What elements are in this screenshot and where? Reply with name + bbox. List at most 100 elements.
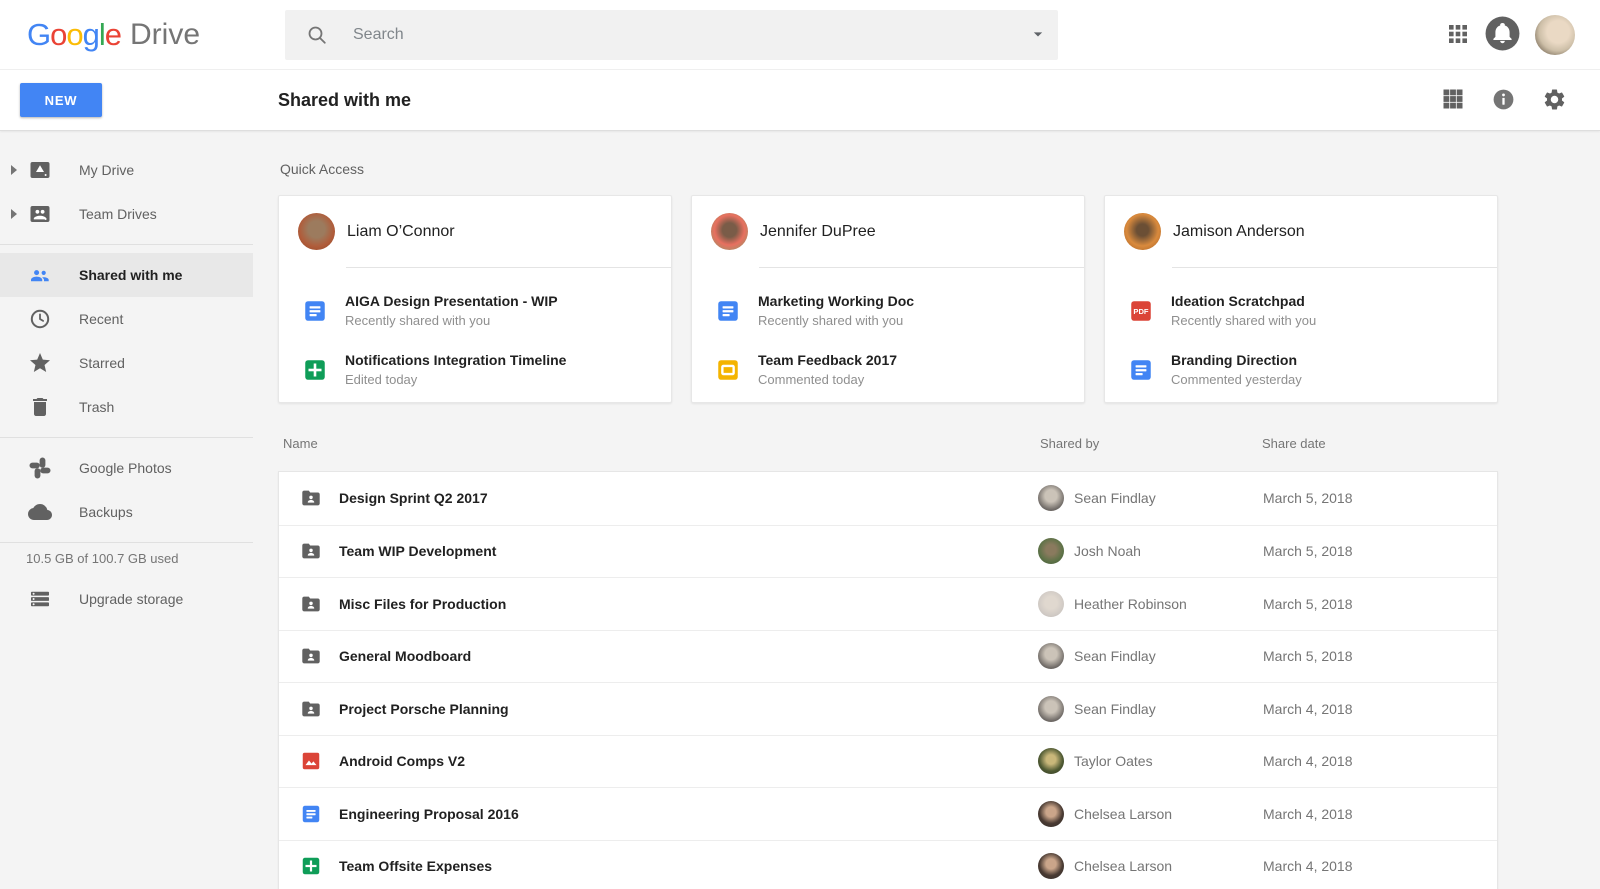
view-actions xyxy=(1441,70,1600,131)
sidebar-item-label: Google Photos xyxy=(79,460,172,476)
info-icon xyxy=(1491,87,1516,115)
star-icon xyxy=(28,351,52,375)
page-title: Shared with me xyxy=(278,70,411,131)
google-drive-logo[interactable]: Google Drive xyxy=(27,0,200,70)
file-name: General Moodboard xyxy=(339,648,471,664)
search-bar[interactable] xyxy=(285,10,1058,60)
sidebar-item-shared-with-me[interactable]: Shared with me xyxy=(0,253,253,297)
grid-view-icon xyxy=(1441,87,1465,114)
docs-file-icon xyxy=(302,298,328,324)
search-icon[interactable] xyxy=(305,23,329,47)
grid-view-button[interactable] xyxy=(1441,87,1465,114)
file-row[interactable]: General Moodboard Sean Findlay March 5, … xyxy=(279,630,1497,683)
quick-access-file[interactable]: Marketing Working Doc Recently shared wi… xyxy=(692,281,1084,340)
sidebar-item-label: Recent xyxy=(79,311,123,327)
column-header-share-date: Share date xyxy=(1262,436,1326,451)
quick-access-file[interactable]: PDF Ideation Scratchpad Recently shared … xyxy=(1105,281,1497,340)
trash-icon xyxy=(28,395,52,419)
shared-folder-icon xyxy=(300,540,322,562)
bell-icon xyxy=(1484,15,1521,55)
sharer-avatar xyxy=(1038,696,1064,722)
sharer-name: Sean Findlay xyxy=(1074,490,1156,506)
cloud-icon xyxy=(28,500,52,524)
share-date: March 4, 2018 xyxy=(1263,858,1353,874)
share-date: March 5, 2018 xyxy=(1263,596,1353,612)
user-avatar[interactable] xyxy=(1535,15,1575,55)
share-date: March 4, 2018 xyxy=(1263,806,1353,822)
shared-folder-icon xyxy=(300,698,322,720)
file-name: Project Porsche Planning xyxy=(339,701,509,717)
sharer-avatar xyxy=(1038,643,1064,669)
quick-access-file[interactable]: Branding Direction Commented yesterday xyxy=(1105,340,1497,399)
file-status: Recently shared with you xyxy=(1171,313,1316,328)
quick-access-file[interactable]: Notifications Integration Timeline Edite… xyxy=(279,340,671,399)
gear-icon xyxy=(1542,87,1567,115)
sidebar-item-backups[interactable]: Backups xyxy=(0,490,253,534)
person-name: Jamison Anderson xyxy=(1173,223,1305,241)
image-file-icon xyxy=(300,750,322,772)
person-name: Jennifer DuPree xyxy=(760,223,876,241)
sidebar-item-starred[interactable]: Starred xyxy=(0,341,253,385)
sidebar-item-recent[interactable]: Recent xyxy=(0,297,253,341)
sheets-file-icon xyxy=(300,855,322,877)
notifications-button[interactable] xyxy=(1484,15,1521,55)
search-options-button[interactable] xyxy=(1018,10,1058,60)
new-button[interactable]: NEW xyxy=(20,83,102,117)
file-name: Team WIP Development xyxy=(339,543,496,559)
quick-access-card: Jamison Anderson PDF Ideation Scratchpad… xyxy=(1104,195,1498,403)
clock-icon xyxy=(28,307,52,331)
action-bar: NEW Shared with me xyxy=(0,70,1600,131)
file-row[interactable]: Engineering Proposal 2016 Chelsea Larson… xyxy=(279,787,1497,840)
file-table: Design Sprint Q2 2017 Sean Findlay March… xyxy=(278,471,1498,889)
quick-access-file[interactable]: AIGA Design Presentation - WIP Recently … xyxy=(279,281,671,340)
topbar: Google Drive xyxy=(0,0,1600,70)
sharer-avatar xyxy=(1038,538,1064,564)
pdf-file-icon: PDF xyxy=(1128,298,1154,324)
expand-arrow-icon[interactable] xyxy=(11,165,17,175)
sidebar-divider xyxy=(0,437,253,438)
apps-grid-button[interactable] xyxy=(1446,22,1470,49)
settings-button[interactable] xyxy=(1542,87,1567,115)
google-drive-app: Google Drive xyxy=(0,0,1600,889)
sidebar-divider xyxy=(0,244,253,245)
file-status: Recently shared with you xyxy=(758,313,914,328)
quick-access-file[interactable]: Team Feedback 2017 Commented today xyxy=(692,340,1084,399)
file-status: Recently shared with you xyxy=(345,313,558,328)
sidebar-item-label: Team Drives xyxy=(79,206,157,222)
file-row[interactable]: Team WIP Development Josh Noah March 5, … xyxy=(279,525,1497,578)
sidebar-item-trash[interactable]: Trash xyxy=(0,385,253,429)
person-avatar xyxy=(298,213,335,250)
sidebar-item-label: Trash xyxy=(79,399,114,415)
expand-arrow-icon[interactable] xyxy=(11,209,17,219)
sidebar-item-my-drive[interactable]: My Drive xyxy=(0,148,253,192)
upgrade-storage-button[interactable]: Upgrade storage xyxy=(0,577,253,621)
shared-with-me-icon xyxy=(28,263,52,287)
file-row[interactable]: Project Porsche Planning Sean Findlay Ma… xyxy=(279,682,1497,735)
product-name: Drive xyxy=(130,18,200,52)
search-input[interactable] xyxy=(353,26,1018,44)
file-row[interactable]: Misc Files for Production Heather Robins… xyxy=(279,577,1497,630)
sidebar-item-label: My Drive xyxy=(79,162,134,178)
file-row[interactable]: Team Offsite Expenses Chelsea Larson Mar… xyxy=(279,840,1497,889)
file-name: Android Comps V2 xyxy=(339,753,465,769)
shared-folder-icon xyxy=(300,645,322,667)
share-date: March 5, 2018 xyxy=(1263,543,1353,559)
sidebar-item-google-photos[interactable]: Google Photos xyxy=(0,446,253,490)
file-row[interactable]: Design Sprint Q2 2017 Sean Findlay March… xyxy=(279,472,1497,525)
docs-file-icon xyxy=(1128,357,1154,383)
quick-access-card: Jennifer DuPree Marketing Working Doc Re… xyxy=(691,195,1085,403)
storage-icon xyxy=(28,587,52,611)
share-date: March 5, 2018 xyxy=(1263,648,1353,664)
file-title: Ideation Scratchpad xyxy=(1171,293,1316,309)
sidebar-item-label: Backups xyxy=(79,504,133,520)
card-person-header: Jamison Anderson xyxy=(1105,196,1497,267)
file-name: Misc Files for Production xyxy=(339,596,506,612)
sharer-avatar xyxy=(1038,591,1064,617)
file-title: Team Feedback 2017 xyxy=(758,352,897,368)
quick-access-cards: Liam O’Connor AIGA Design Presentation -… xyxy=(278,195,1498,403)
file-row[interactable]: Android Comps V2 Taylor Oates March 4, 2… xyxy=(279,735,1497,788)
info-button[interactable] xyxy=(1491,87,1516,115)
file-name: Team Offsite Expenses xyxy=(339,858,492,874)
file-status: Commented yesterday xyxy=(1171,372,1302,387)
sidebar-item-team-drives[interactable]: Team Drives xyxy=(0,192,253,236)
